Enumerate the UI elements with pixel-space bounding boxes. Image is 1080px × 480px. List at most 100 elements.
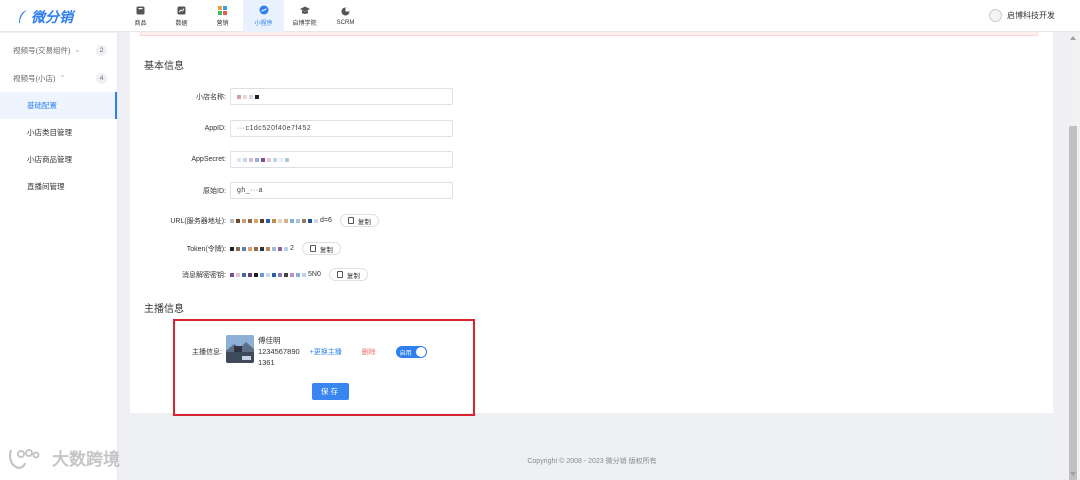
sidebar-item-basic-config[interactable]: 基础配置	[0, 92, 117, 119]
host-avatar	[225, 335, 254, 363]
copy-label: 复制	[346, 272, 360, 280]
original-id-field[interactable]: gh_···a	[230, 182, 453, 199]
url-tail: d=6	[320, 217, 332, 224]
nav-label: 数据	[175, 21, 188, 27]
token-value: 2	[230, 245, 294, 252]
url-value: d=6	[230, 217, 332, 224]
brand-logo[interactable]: 微分销	[18, 8, 73, 26]
nav-label: 营销	[216, 21, 229, 27]
host-phone: 1234567890	[257, 347, 300, 356]
sidebar-group-shop[interactable]: 视频号(小店) ⌃ 4	[0, 64, 117, 92]
sidebar-group-label: 视频号(小店)	[13, 73, 56, 83]
copy-label: 复制	[319, 246, 333, 254]
save-button[interactable]: 保存	[312, 383, 349, 400]
user-menu[interactable]: 启博科技开发	[989, 9, 1055, 22]
count-badge: 4	[96, 73, 107, 84]
shop-name-label: 小店名称:	[196, 93, 226, 101]
nav-item-mini-program[interactable]: 小程序	[243, 0, 284, 32]
nav-label: SCRM	[336, 19, 355, 26]
copy-icon	[347, 217, 354, 224]
section-title-host: 主播信息	[144, 304, 184, 315]
watermark-logo-icon	[8, 448, 40, 469]
appid-row: AppID: ···c1dc520f40e7f452	[130, 120, 453, 137]
sidebar-item-live-room[interactable]: 直播间管理	[0, 173, 117, 200]
appid-field[interactable]: ···c1dc520f40e7f452	[230, 120, 453, 137]
watermark-text: 大数跨境	[52, 450, 120, 469]
copy-icon	[309, 245, 316, 252]
sidebar-group-trade-component[interactable]: 视频号(交易组件) ⌄ 2	[0, 36, 117, 64]
toggle-knob	[415, 347, 426, 357]
sidebar-item-label: 直播间管理	[27, 182, 65, 191]
shop-name-field[interactable]	[230, 88, 453, 105]
shop-name-row: 小店名称:	[130, 88, 453, 105]
nav-item-academy[interactable]: 启博学院	[284, 0, 325, 32]
nav-item-scrm[interactable]: SCRM	[325, 0, 366, 32]
marketing-icon	[218, 5, 228, 15]
chevron-down-icon: ⌄	[74, 47, 81, 54]
url-label: URL(服务器地址):	[170, 217, 226, 225]
url-row: URL(服务器地址): d=6 复制	[130, 212, 379, 229]
appid-label: AppID:	[204, 125, 226, 132]
scroll-down-arrow-icon[interactable]	[1070, 472, 1076, 476]
sidebar-item-products[interactable]: 小店商品管理	[0, 146, 117, 173]
token-row: Token(令牌): 2 复制	[130, 240, 341, 257]
section-title-basic: 基本信息	[144, 61, 184, 72]
brand-name: 微分销	[31, 9, 73, 25]
pie-chart-icon	[341, 7, 351, 17]
page-scrollbar[interactable]	[1066, 33, 1080, 480]
sidebar-item-category[interactable]: 小店类目管理	[0, 119, 117, 146]
host-avatar-image	[225, 335, 254, 363]
token-tail: 2	[290, 245, 294, 252]
nav-label: 小程序	[254, 21, 273, 27]
host-extra: 1361	[257, 358, 275, 367]
host-name: 傅佳明	[257, 336, 281, 345]
data-icon	[177, 5, 187, 15]
nav-item-marketing[interactable]: 营销	[202, 0, 243, 32]
graduation-cap-icon	[299, 5, 310, 15]
nav-label: 商品	[134, 21, 147, 27]
watermark: 大数跨境	[8, 445, 120, 470]
count-badge: 2	[96, 45, 107, 56]
sidebar-item-label: 基础配置	[27, 101, 57, 110]
main-nav: 商品 数据 营销 小程序 启博学院 SCRM	[120, 0, 366, 32]
host-info-label: 主播信息:	[192, 349, 222, 356]
scrollbar-thumb[interactable]	[1069, 126, 1077, 480]
chevron-up-icon: ⌃	[59, 75, 66, 82]
aes-key-label: 消息解密密钥:	[182, 271, 226, 279]
nav-item-data[interactable]: 数据	[161, 0, 202, 32]
copy-aes-key-button[interactable]: 复制	[328, 268, 368, 281]
aes-key-value: 5N0	[230, 271, 321, 278]
appsecret-label: AppSecret:	[191, 156, 226, 163]
top-bar: 微分销 商品 数据 营销 小程序 启博学院 SCRM 启博科技开发	[0, 0, 1080, 32]
nav-item-goods[interactable]: 商品	[120, 0, 161, 32]
copy-token-button[interactable]: 复制	[301, 242, 341, 255]
brand-feather-icon	[19, 10, 27, 23]
scroll-up-arrow-icon[interactable]	[1070, 36, 1076, 40]
alert-banner	[140, 32, 1038, 36]
enable-toggle[interactable]: 启用	[395, 346, 427, 358]
token-label: Token(令牌):	[186, 245, 226, 253]
goods-icon	[136, 5, 146, 15]
footer-copyright: Copyright © 2008 - 2023 微分销 版权所有	[527, 458, 657, 465]
main-card: 基本信息 小店名称: AppID: ···c1dc520f40e7f452 Ap…	[130, 32, 1053, 416]
host-meta: 傅佳明 1234567890 1361	[258, 335, 300, 368]
original-id-label: 原始ID:	[203, 187, 226, 195]
aes-key-tail: 5N0	[308, 271, 321, 278]
change-host-button[interactable]: +更换主播	[310, 347, 342, 357]
aes-key-row: 消息解密密钥: 5N0 复制	[130, 266, 368, 283]
user-name: 启博科技开发	[1007, 11, 1055, 20]
sidebar: 视频号(交易组件) ⌄ 2 视频号(小店) ⌃ 4 基础配置 小店类目管理 小店…	[0, 33, 118, 480]
copy-icon	[336, 271, 343, 278]
delete-host-button[interactable]: 删除	[362, 347, 376, 357]
nav-label: 启博学院	[292, 21, 317, 27]
toggle-label: 启用	[399, 350, 412, 357]
sidebar-item-label: 小店商品管理	[27, 155, 72, 164]
user-avatar-icon	[989, 9, 1002, 22]
copy-label: 复制	[357, 218, 371, 226]
original-id-row: 原始ID: gh_···a	[130, 182, 453, 199]
copy-url-button[interactable]: 复制	[339, 214, 379, 227]
host-info-row: 主播信息: 傅佳明 1234567890 1361 +更换主播 删除 启用	[192, 335, 427, 368]
appsecret-field[interactable]	[230, 151, 453, 168]
mini-program-icon	[259, 5, 269, 15]
appsecret-row: AppSecret:	[130, 151, 453, 168]
